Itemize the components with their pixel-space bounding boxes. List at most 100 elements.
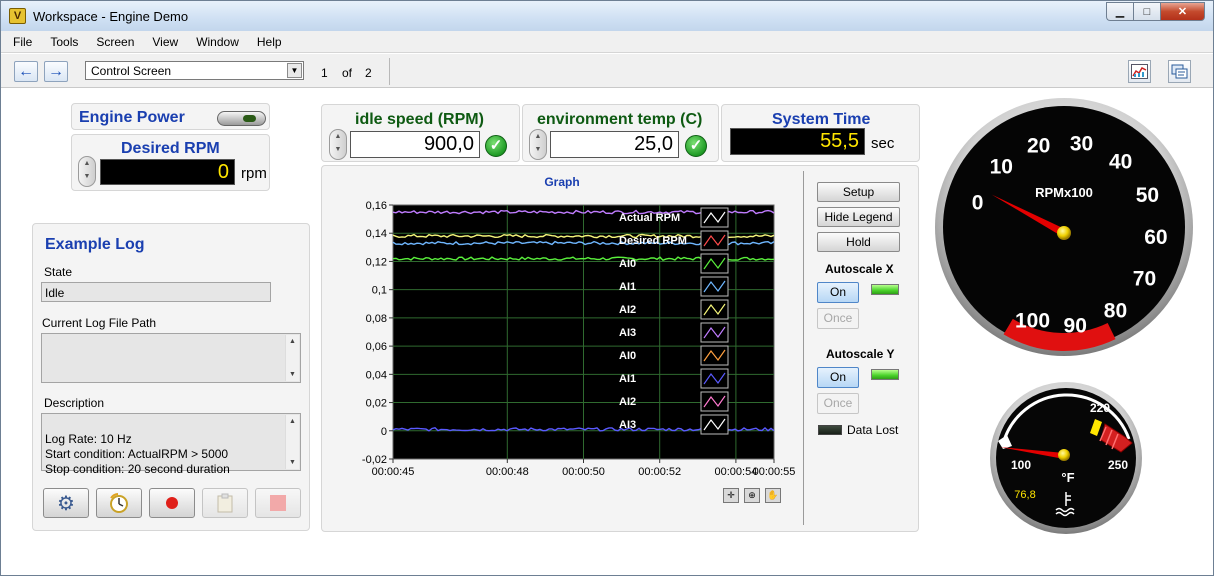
log-title: Example Log <box>45 236 145 253</box>
desired-rpm-unit: rpm <box>241 165 267 182</box>
autoscale-y-led <box>871 369 899 380</box>
pan-hand-icon[interactable]: ✋ <box>765 488 781 503</box>
engine-power-toggle[interactable] <box>217 111 266 126</box>
legend-label: Desired RPM <box>619 235 687 247</box>
description-field[interactable]: Log Rate: 10 Hz Start condition: ActualR… <box>41 413 301 476</box>
log-path-field[interactable]: ▲ ▼ <box>41 333 301 383</box>
env-temp-stepper[interactable]: ▲ ▼ <box>529 129 547 160</box>
app-logo-icon: V <box>9 8 26 24</box>
description-scrollbar[interactable]: ▲ ▼ <box>285 415 299 469</box>
temp-unit: °F <box>1061 470 1074 485</box>
zoom-icon[interactable]: ⊕ <box>744 488 760 503</box>
desired-rpm-stepper[interactable]: ▲ ▼ <box>78 156 96 187</box>
x-tick-label: 00:00:48 <box>486 466 529 478</box>
data-lost-label: Data Lost <box>847 423 899 437</box>
back-arrow-icon[interactable]: ← <box>14 61 38 82</box>
idle-speed-label: idle speed (RPM) <box>355 111 484 128</box>
legend-label: AI0 <box>619 258 636 270</box>
scroll-down-icon[interactable]: ▼ <box>286 368 299 381</box>
env-temp-label: environment temp (C) <box>537 111 703 128</box>
timer-button[interactable] <box>96 488 142 518</box>
temp-tick-100: 100 <box>1011 458 1031 472</box>
app-window: V Workspace - Engine Demo ▁ □ ✕ File Too… <box>0 0 1214 576</box>
temp-value: 76,8 <box>1014 489 1035 501</box>
chart-title: Graph <box>544 175 579 189</box>
clipboard-icon <box>217 493 233 513</box>
menu-window[interactable]: Window <box>184 31 245 52</box>
scroll-up-icon[interactable]: ▲ <box>286 335 299 348</box>
page-of-label: of <box>342 66 353 80</box>
forward-arrow-icon[interactable]: → <box>44 61 68 82</box>
autoscale-x-on-button[interactable]: On <box>817 282 859 303</box>
clipboard-button[interactable] <box>202 488 248 518</box>
hold-button[interactable]: Hold <box>817 232 900 252</box>
record-icon <box>166 497 178 509</box>
timer-icon <box>110 493 128 513</box>
idle-speed-check-icon: ✓ <box>485 135 507 157</box>
temp-gauge: 100 220 250 °F 76,8 <box>990 382 1142 534</box>
description-text: Log Rate: 10 Hz Start condition: ActualR… <box>45 432 230 476</box>
menu-help[interactable]: Help <box>245 31 288 52</box>
hide-legend-button[interactable]: Hide Legend <box>817 207 900 227</box>
autoscale-x-led <box>871 284 899 295</box>
record-button[interactable] <box>149 488 195 518</box>
stop-icon <box>270 495 286 511</box>
temp-hub <box>1058 449 1070 461</box>
chevron-down-icon[interactable]: ▼ <box>287 63 302 78</box>
log-path-scrollbar[interactable]: ▲ ▼ <box>285 335 299 381</box>
y-tick-label: 0,02 <box>366 398 387 410</box>
crosshair-icon[interactable]: ✛ <box>723 488 739 503</box>
legend-label: AI2 <box>619 304 636 316</box>
chart-icon[interactable] <box>1128 60 1151 83</box>
menu-tools[interactable]: Tools <box>38 31 84 52</box>
description-label: Description <box>44 396 105 410</box>
state-label: State <box>44 265 73 279</box>
graph-chart[interactable]: Graph 0,16 0,14 0,12 0,1 0,08 0,06 0,04 0,02 0 -0… <box>323 169 803 509</box>
autoscale-y-once-button[interactable]: Once <box>817 393 859 414</box>
rpm-tick-label: 70 <box>1133 268 1156 291</box>
screens-icon[interactable] <box>1168 60 1191 83</box>
toolbar-divider <box>389 58 390 85</box>
menu-screen[interactable]: Screen <box>84 31 140 52</box>
rpm-tick-label: 50 <box>1136 184 1159 207</box>
x-tick-label: 00:00:54 <box>714 466 757 478</box>
autoscale-x-once-button[interactable]: Once <box>817 308 859 329</box>
rpm-tick-label: 90 <box>1064 314 1087 337</box>
close-button[interactable]: ✕ <box>1160 2 1205 21</box>
screen-select[interactable]: Control Screen ▼ <box>85 61 304 80</box>
system-time-unit: sec <box>871 135 895 152</box>
desired-rpm-value[interactable]: 0 <box>100 159 235 185</box>
env-temp-value[interactable]: 25,0 <box>550 131 679 158</box>
scroll-up-icon[interactable]: ▲ <box>286 415 299 428</box>
gauge-hub <box>1057 226 1071 240</box>
stop-button[interactable] <box>255 488 301 518</box>
idle-speed-stepper[interactable]: ▲ ▼ <box>329 129 347 160</box>
engine-power-label: Engine Power <box>79 109 185 126</box>
system-time-value: 55,5 <box>730 128 865 155</box>
menu-file[interactable]: File <box>1 31 38 52</box>
x-tick-label: 00:00:45 <box>372 466 415 478</box>
setup-button[interactable]: Setup <box>817 182 900 202</box>
maximize-button[interactable]: □ <box>1133 2 1160 21</box>
rpm-tick-label: 80 <box>1104 299 1127 322</box>
title-bar: V Workspace - Engine Demo ▁ □ ✕ <box>1 1 1213 31</box>
env-temp-check-icon: ✓ <box>685 135 707 157</box>
graph-divider <box>803 171 804 525</box>
screen-select-value: Control Screen <box>91 64 172 78</box>
y-tick-label: 0,08 <box>366 313 387 325</box>
y-tick-label: 0,14 <box>366 228 387 240</box>
rpm-tick-label: 20 <box>1027 135 1050 158</box>
log-path-label: Current Log File Path <box>42 316 157 330</box>
settings-button[interactable]: ⚙ <box>43 488 89 518</box>
page-number: 1 <box>321 66 328 80</box>
rpm-tick-label: 10 <box>990 156 1013 179</box>
y-tick-label: 0,04 <box>366 369 387 381</box>
temp-tick-220: 220 <box>1090 401 1110 415</box>
minimize-button[interactable]: ▁ <box>1106 2 1133 21</box>
autoscale-y-on-button[interactable]: On <box>817 367 859 388</box>
scroll-down-icon[interactable]: ▼ <box>286 456 299 469</box>
autoscale-x-label: Autoscale X <box>825 262 894 276</box>
menu-view[interactable]: View <box>140 31 184 52</box>
idle-speed-value[interactable]: 900,0 <box>350 131 480 158</box>
rpm-gauge: 0 10 20 30 4050 60 70 80 90 100 RPMx100 <box>935 98 1193 356</box>
